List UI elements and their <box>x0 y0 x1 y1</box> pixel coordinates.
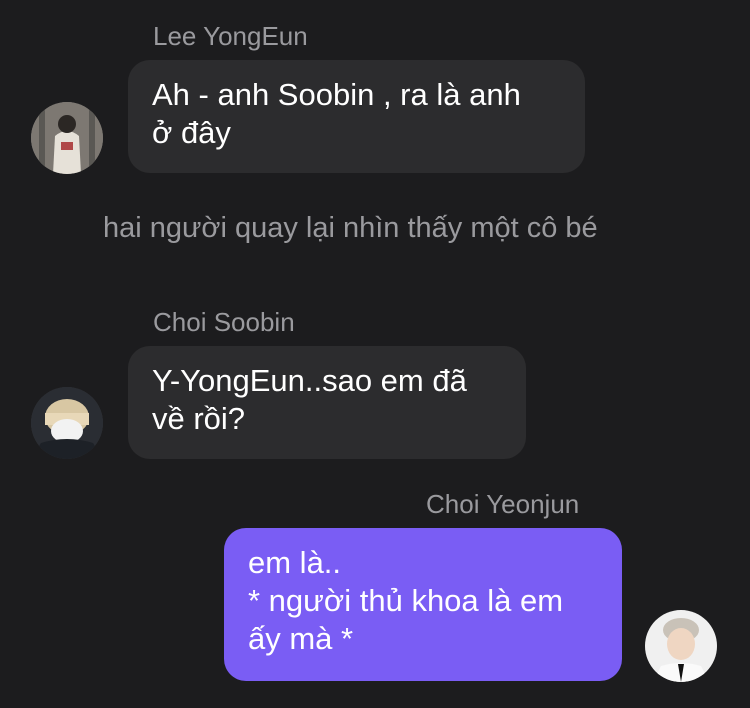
message-text: Y-YongEun..sao em đã <box>152 363 467 398</box>
avatar[interactable] <box>645 610 717 682</box>
message-bubble[interactable]: Ah - anh Soobin , ra là anh ở đây <box>128 60 585 173</box>
user-avatar-icon <box>31 387 103 459</box>
message-bubble[interactable]: Y-YongEun..sao em đã về rồi? <box>128 346 526 459</box>
sender-name: Lee YongEun <box>153 21 308 51</box>
sender-name: Choi Soobin <box>153 307 295 337</box>
message-text: ấy mà * <box>248 621 354 656</box>
message-text: * người thủ khoa là em <box>248 583 564 618</box>
message-text: ở đây <box>152 115 231 150</box>
message-text: em là.. <box>248 545 342 580</box>
message-bubble[interactable]: em là.. * người thủ khoa là em ấy mà * <box>224 528 622 681</box>
narration-text: hai người quay lại nhìn thấy một cô bé <box>103 212 598 244</box>
user-avatar-icon <box>645 610 717 682</box>
sender-name: Choi Yeonjun <box>426 489 580 519</box>
avatar[interactable] <box>31 102 103 174</box>
message-text: Ah - anh Soobin , ra là anh <box>152 77 521 112</box>
user-avatar-icon <box>31 102 103 174</box>
message-text: về rồi? <box>152 401 246 436</box>
avatar[interactable] <box>31 387 103 459</box>
